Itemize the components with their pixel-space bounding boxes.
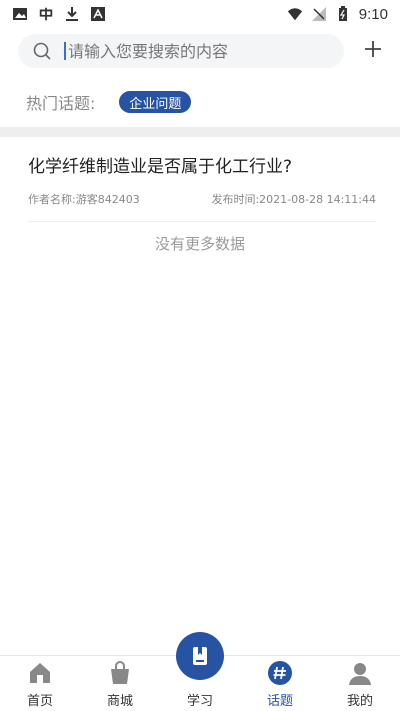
nav-item-topics[interactable]: 话题	[240, 656, 320, 711]
post-title[interactable]: 化学纤维制造业是否属于化工行业?	[28, 152, 376, 177]
status-left	[12, 6, 106, 22]
signal-icon	[311, 6, 327, 22]
status-time: 9:10	[358, 5, 388, 23]
search-box[interactable]	[18, 34, 344, 68]
topic-tag[interactable]: 企业问题	[119, 91, 192, 113]
text-cursor	[64, 42, 66, 60]
book-icon	[176, 632, 224, 680]
post-meta: 作者名称:游客842403 发布时间:2021-08-28 14:11:44	[28, 191, 376, 207]
nav-item-profile[interactable]: 我的	[320, 656, 400, 711]
image-icon	[12, 6, 28, 22]
app-icon	[38, 6, 54, 22]
no-more-data: 没有更多数据	[154, 235, 245, 253]
battery-icon	[335, 6, 351, 22]
hot-topics: 热门话题: 企业问题	[26, 90, 192, 114]
nav-label-shop: 商城	[106, 694, 133, 709]
home-icon	[27, 660, 53, 686]
nav-item-home[interactable]: 首页	[0, 656, 80, 711]
search-input[interactable]	[68, 41, 308, 61]
status-right: 9:10	[287, 6, 388, 23]
search-icon	[32, 41, 52, 61]
nav-label-study: 学习	[186, 694, 213, 709]
hot-topics-label: 热门话题:	[26, 94, 96, 113]
nav-item-shop[interactable]: 商城	[80, 656, 160, 711]
shopping-bag-icon	[107, 660, 133, 686]
user-icon	[347, 660, 373, 686]
post-time: 发布时间:2021-08-28 14:11:44	[211, 193, 376, 206]
download-icon	[64, 6, 80, 22]
plus-icon	[363, 39, 383, 63]
post-author: 作者名称:游客842403	[28, 193, 140, 206]
nav-label-home: 首页	[26, 694, 53, 709]
bottom-nav: 首页 商城 学习 话题 我的	[0, 632, 400, 711]
text-icon	[90, 6, 106, 22]
nav-label-profile: 我的	[346, 694, 373, 709]
add-button[interactable]	[358, 36, 388, 66]
nav-label-topics: 话题	[266, 694, 293, 709]
hashtag-icon	[267, 660, 293, 686]
wifi-icon	[287, 6, 303, 22]
section-divider	[0, 127, 400, 137]
post-item[interactable]: 化学纤维制造业是否属于化工行业? 作者名称:游客842403 发布时间:2021…	[28, 152, 376, 222]
search-row	[18, 34, 388, 68]
status-bar: 9:10	[0, 0, 400, 28]
nav-item-study[interactable]: 学习	[160, 632, 240, 711]
